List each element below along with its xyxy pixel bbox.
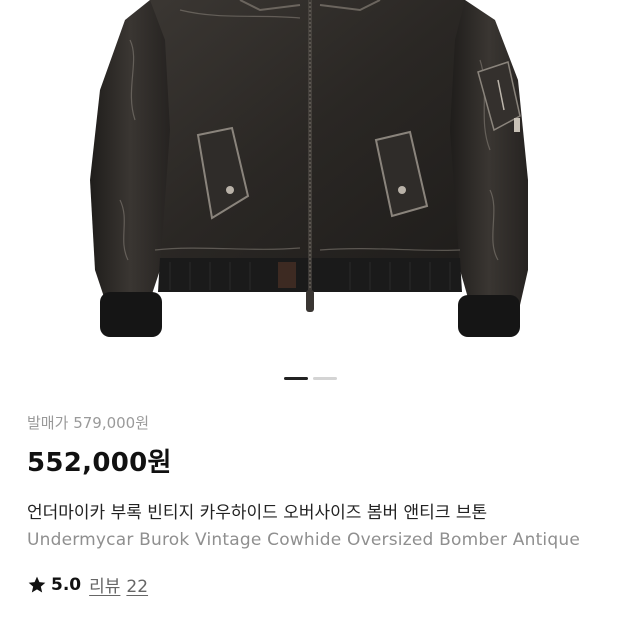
star-icon <box>28 576 46 592</box>
pagination-dot[interactable] <box>313 377 337 380</box>
product-name-english: Undermycar Burok Vintage Cowhide Oversiz… <box>27 530 580 550</box>
product-image-carousel[interactable] <box>0 0 620 365</box>
pagination-dot-active[interactable] <box>284 377 308 380</box>
product-name-korean: 언더마이카 부록 빈티지 카우하이드 오버사이즈 봄버 앤티크 브톤 <box>27 503 488 523</box>
leather-bomber-jacket-image <box>90 0 528 337</box>
original-price-value: 579,000원 <box>73 414 150 432</box>
carousel-pagination <box>0 377 620 383</box>
sale-price: 552,000원 <box>27 448 172 478</box>
rating-summary: 5.0 리뷰 22 <box>27 572 154 597</box>
rating-score: 5.0 <box>51 574 82 595</box>
review-label: 리뷰 <box>89 577 121 597</box>
review-count: 22 <box>126 577 149 597</box>
original-price-label: 발매가 <box>27 414 69 432</box>
review-link[interactable]: 리뷰 22 <box>89 572 154 597</box>
original-price: 발매가 579,000원 <box>27 412 149 433</box>
